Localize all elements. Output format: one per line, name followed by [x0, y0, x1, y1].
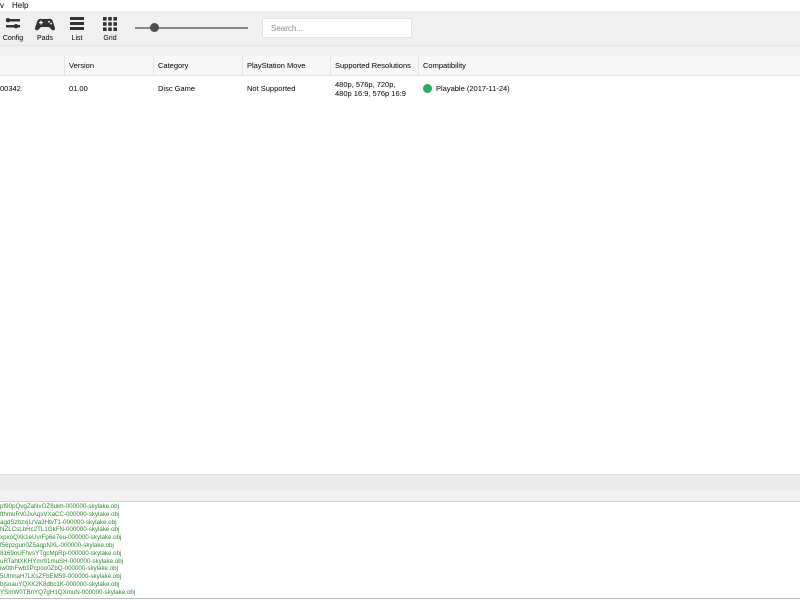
- toolbar: Config Pads List Grid Search...: [0, 11, 800, 46]
- log-line: 8169oUFhvsYTgcMpRp-000000-skylake.obj: [0, 549, 122, 557]
- grid-view-button[interactable]: Grid: [93, 14, 127, 44]
- zoom-slider-handle[interactable]: [149, 23, 159, 32]
- log-panel[interactable]: pf90pQvgZaNvGZ8ukh-000000-skylake.obj fth…: [0, 502, 800, 599]
- table-row[interactable]: 00342 01.00 Disc Game Not Supported 480p…: [0, 76, 800, 102]
- log-line: xpxoQXk1eUvrFp6e7eu-000000-skylake.obj: [0, 534, 122, 542]
- column-header-compatibility[interactable]: Compatibility: [419, 56, 800, 75]
- pads-button[interactable]: Pads: [28, 14, 62, 44]
- log-panel-tabbar: [0, 490, 800, 502]
- list-view-button[interactable]: List: [60, 14, 94, 44]
- cell-serial: 00342: [0, 84, 21, 93]
- grid-label: Grid: [103, 35, 117, 42]
- cell-playstation-move: Not Supported: [247, 84, 296, 93]
- log-line: 5UtnnaH7LKsZFbEM59-000000-skylake.obj: [0, 573, 122, 581]
- toolbar-separator-strip: [0, 46, 800, 56]
- column-header-category[interactable]: Category: [154, 56, 243, 75]
- log-line: f56pzgun0Z5aqpNXL-000000-skylake.obj: [0, 542, 114, 549]
- cell-version: 01.00: [69, 84, 88, 93]
- menu-bar: v Help: [0, 0, 800, 11]
- config-label: Config: [2, 35, 24, 42]
- game-list-table: Version Category PlayStation Move Suppor…: [0, 56, 800, 474]
- log-line: uRTahtXKHYmr91muSH-000000-skylake.obj: [0, 557, 124, 565]
- menu-help[interactable]: Help: [12, 1, 28, 10]
- compatibility-status-text: Playable (2017-11-24): [436, 84, 510, 93]
- column-header-supported-resolutions[interactable]: Supported Resolutions: [331, 56, 419, 75]
- table-header: Version Category PlayStation Move Suppor…: [0, 56, 800, 76]
- log-line: bjsoauYQXK2K8dbc1K-000000-skylake.obj: [0, 581, 120, 588]
- gamepad-icon: [35, 18, 55, 31]
- column-header-playstation-move[interactable]: PlayStation Move: [243, 56, 331, 75]
- config-icon: [5, 18, 20, 29]
- log-line: iw0thFwb1Pcpoo0ZbQ-000000-skylake.obj: [0, 565, 118, 573]
- cell-category: Disc Game: [158, 84, 196, 93]
- search-input[interactable]: [262, 18, 412, 38]
- list-label: List: [71, 35, 83, 42]
- column-header-serial[interactable]: [0, 56, 65, 75]
- config-button[interactable]: Config: [0, 14, 30, 44]
- pads-label: Pads: [37, 35, 53, 42]
- log-line: agdSzbzxjLrVa3HtvT1-000000-skylake.obj: [0, 518, 117, 526]
- cell-compatibility: Playable (2017-11-24): [423, 76, 510, 102]
- log-line: fthmuRv0JxAqsVXaCC-000000-skylake.obj: [0, 510, 120, 518]
- menu-view[interactable]: v: [0, 1, 4, 10]
- list-icon: [70, 17, 84, 30]
- compatibility-status-dot-icon: [423, 83, 432, 93]
- log-line: NZLCsLbHc2TL1GkFN-000000-skylake.obj: [0, 526, 120, 534]
- cell-supported-resolutions: 480p, 576p, 720p, 480p 16:9, 576p 16:9: [335, 80, 406, 98]
- column-header-version[interactable]: Version: [65, 56, 154, 75]
- log-line: YSmW0TBnYQ7gH1QXmuN-000000-skylake.obj: [0, 588, 136, 596]
- grid-icon: [103, 17, 117, 31]
- log-line: pf90pQvgZaNvGZ8ukh-000000-skylake.obj: [0, 503, 120, 510]
